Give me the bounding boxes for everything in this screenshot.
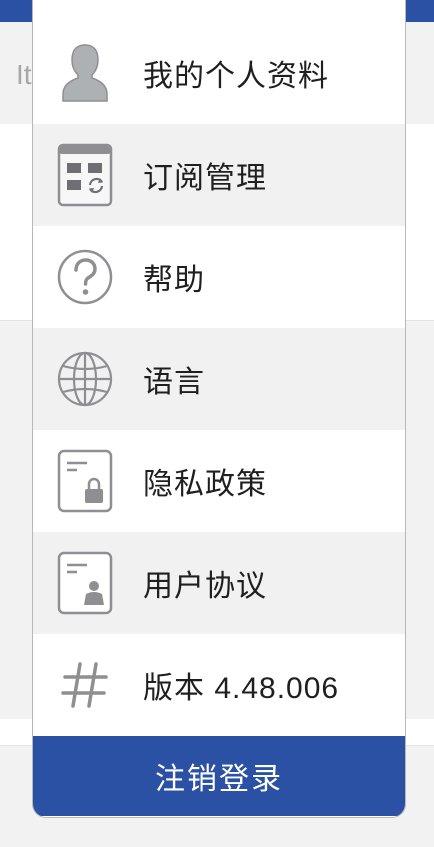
menu-item-subscription[interactable]: 订阅管理: [33, 124, 405, 226]
menu-item-label: 用户协议: [143, 570, 267, 603]
menu-item-version: 版本 4.48.006: [33, 634, 405, 736]
version-label: 版本 4.48.006: [143, 672, 340, 705]
help-icon: [55, 242, 115, 312]
menu-item-language[interactable]: 语言: [33, 328, 405, 430]
menu-item-profile[interactable]: 我的个人资料: [33, 0, 405, 124]
menu-item-help[interactable]: 帮助: [33, 226, 405, 328]
hash-icon: [55, 650, 115, 720]
background-peek-text: It: [16, 59, 32, 90]
menu-item-label: 订阅管理: [143, 162, 267, 195]
user-profile-icon: [55, 38, 115, 108]
account-dropdown-menu: 我的个人资料 订阅管理 帮助 语言 隐私政策 用户协议 版本 4.48.006 …: [32, 0, 406, 818]
menu-item-privacy-policy[interactable]: 隐私政策: [33, 430, 405, 532]
globe-icon: [55, 344, 115, 414]
logout-button[interactable]: 注销登录: [33, 736, 405, 816]
privacy-document-icon: [55, 446, 115, 516]
logout-button-label: 注销登录: [155, 763, 283, 796]
menu-item-label: 帮助: [143, 264, 205, 297]
menu-item-label: 语言: [143, 366, 205, 399]
menu-item-label: 隐私政策: [143, 468, 267, 501]
subscription-icon: [55, 140, 115, 210]
menu-item-user-agreement[interactable]: 用户协议: [33, 532, 405, 634]
user-agreement-icon: [55, 548, 115, 618]
menu-item-label: 我的个人资料: [143, 60, 329, 93]
